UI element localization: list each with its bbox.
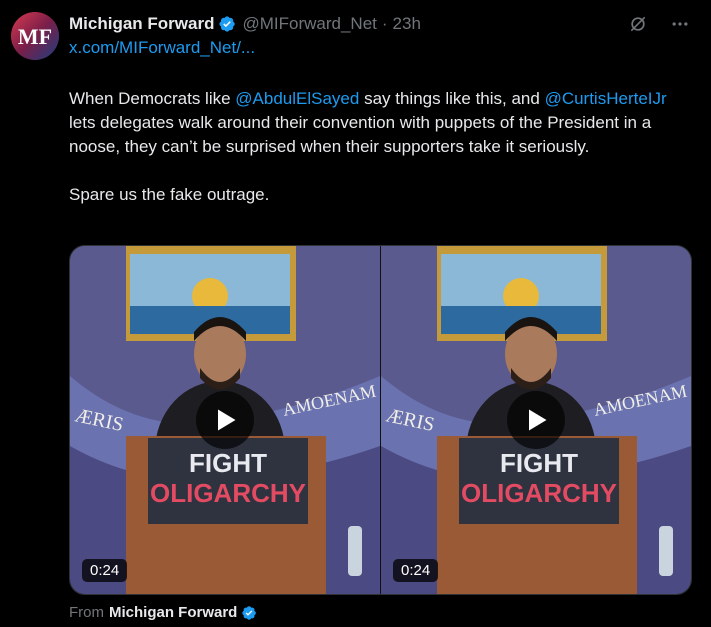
tweet-actions (627, 13, 691, 35)
play-icon[interactable] (196, 391, 254, 449)
author-handle[interactable]: @MIForward_Net (242, 14, 376, 34)
avatar[interactable]: MF (11, 12, 59, 60)
media-grid: ÆRIS AMOENAM FIGHT OLIGARCHY 0:24 ÆRIS A… (69, 245, 692, 595)
verified-badge-icon (241, 605, 257, 621)
svg-text:OLIGARCHY: OLIGARCHY (150, 478, 306, 508)
video-thumbnail[interactable]: ÆRIS AMOENAM FIGHT OLIGARCHY 0:24 (70, 246, 380, 594)
more-icon[interactable] (669, 13, 691, 35)
mention-link[interactable]: @CurtisHerteIJr (545, 89, 667, 108)
author-name[interactable]: Michigan Forward (69, 14, 214, 34)
avatar-logo: MF (11, 12, 59, 60)
from-author-link[interactable]: Michigan Forward (109, 604, 237, 621)
verified-badge-icon (218, 15, 236, 33)
text-segment: say things like this, and (359, 89, 545, 108)
svg-text:MF: MF (18, 24, 52, 49)
profile-link[interactable]: x.com/MIForward_Net/... (69, 38, 255, 58)
separator-dot: · (381, 14, 388, 33)
source-attribution: From Michigan Forward (69, 604, 257, 621)
video-thumbnail[interactable]: ÆRIS AMOENAM FIGHT OLIGARCHY 0:24 (381, 246, 691, 594)
from-label: From (69, 604, 104, 621)
svg-text:FIGHT: FIGHT (500, 448, 578, 478)
grok-icon[interactable] (627, 13, 649, 35)
play-icon[interactable] (507, 391, 565, 449)
tweet-paragraph-2: Spare us the fake outrage. (69, 185, 270, 204)
tweet-time[interactable]: 23h (393, 14, 421, 34)
video-duration: 0:24 (393, 559, 439, 582)
tweet-header: Michigan Forward @MIForward_Net · 23h (69, 13, 691, 35)
tweet-paragraph-1: When Democrats like @AbdulElSayed say th… (69, 87, 689, 159)
tweet-text: When Democrats like @AbdulElSayed say th… (69, 87, 689, 207)
video-duration: 0:24 (82, 559, 128, 582)
svg-text:FIGHT: FIGHT (189, 448, 267, 478)
mention-link[interactable]: @AbdulElSayed (235, 89, 359, 108)
text-segment: When Democrats like (69, 89, 236, 108)
text-segment: lets delegates walk around their convent… (69, 113, 652, 156)
svg-text:OLIGARCHY: OLIGARCHY (461, 478, 617, 508)
